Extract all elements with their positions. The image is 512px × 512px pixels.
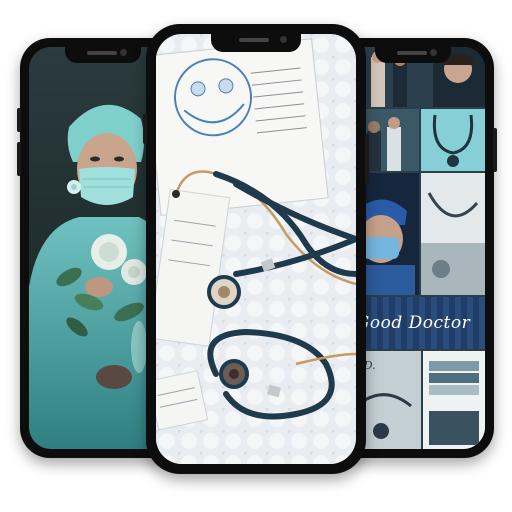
collage-tile-stethoscope — [421, 109, 485, 171]
banner-title: Good Doctor — [355, 313, 471, 333]
volume-button — [143, 114, 147, 144]
center-phone-mockup — [143, 24, 369, 474]
power-button — [365, 134, 369, 184]
volume-button — [17, 108, 21, 132]
center-phone-screen — [156, 34, 356, 464]
phone-notch — [375, 47, 451, 63]
phone-notch — [211, 34, 301, 52]
volume-button — [17, 142, 21, 176]
collage-tile-instruments — [421, 173, 485, 295]
power-button — [493, 128, 497, 172]
phone-notch — [64, 47, 141, 63]
stethoscope-wallpaper — [156, 34, 356, 464]
collage-tile-books — [423, 351, 485, 449]
